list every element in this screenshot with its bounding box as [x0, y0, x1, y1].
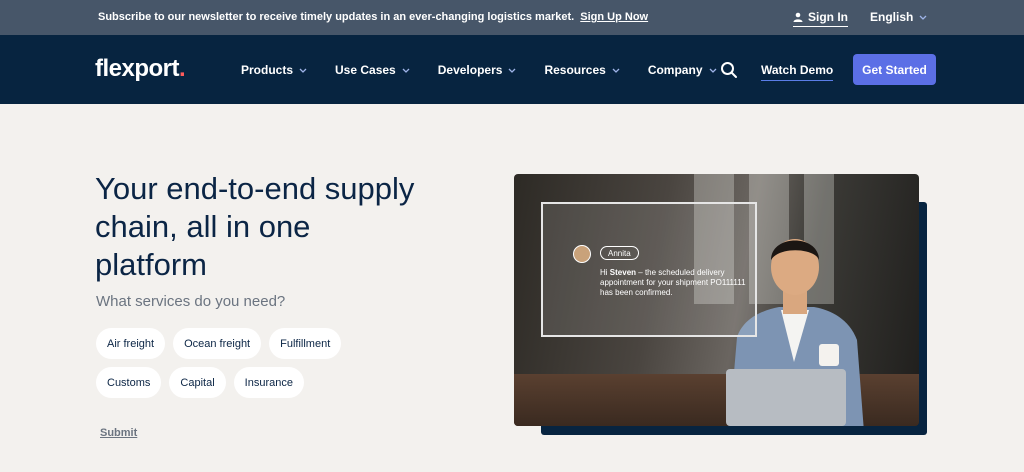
avatar	[573, 245, 591, 263]
language-selector[interactable]: English	[870, 10, 927, 24]
nav-item-label: Company	[647, 63, 703, 77]
hero-subtitle: What services do you need?	[96, 293, 286, 310]
language-label: English	[870, 10, 914, 24]
hero-title: Your end-to-end supply chain, all in one…	[95, 171, 415, 282]
chevron-down-icon	[299, 68, 307, 73]
nav-item-developers[interactable]: Developers	[438, 63, 517, 77]
announcement-bar: Subscribe to our newsletter to receive t…	[0, 0, 1024, 35]
nav-item-use-cases[interactable]: Use Cases	[335, 63, 410, 77]
chat-message: Hi Steven – the scheduled delivery appoi…	[600, 268, 750, 298]
laptop	[726, 369, 846, 426]
chat-sender-badge: Annita	[600, 246, 639, 260]
nav-item-label: Resources	[544, 63, 606, 77]
submit-button[interactable]: Submit	[100, 427, 137, 439]
nav-item-label: Developers	[437, 63, 503, 77]
chevron-down-icon	[508, 68, 516, 73]
search-icon[interactable]	[720, 61, 738, 79]
main-navigation: flexport. Products Use Cases Developers …	[0, 35, 1024, 104]
service-chip-insurance[interactable]: Insurance	[233, 367, 304, 398]
service-options: Air freight Ocean freight Fulfillment Cu…	[96, 328, 356, 398]
service-chip-capital[interactable]: Capital	[169, 367, 226, 398]
chevron-down-icon	[402, 68, 410, 73]
chevron-down-icon	[919, 15, 927, 20]
watch-demo-link[interactable]: Watch Demo	[761, 63, 834, 81]
newsletter-text: Subscribe to our newsletter to receive t…	[98, 11, 575, 23]
sign-in-label: Sign In	[808, 10, 848, 24]
nav-item-label: Products	[241, 63, 294, 77]
service-chip-ocean-freight[interactable]: Ocean freight	[173, 328, 262, 359]
chat-greeting: Hi	[600, 268, 608, 277]
nav-item-label: Use Cases	[335, 63, 396, 77]
chevron-down-icon	[709, 68, 716, 73]
sign-up-link[interactable]: Sign Up Now	[580, 11, 648, 23]
user-icon	[793, 12, 803, 22]
service-chip-air-freight[interactable]: Air freight	[96, 328, 166, 359]
nav-item-company[interactable]: Company	[648, 63, 717, 77]
chevron-down-icon	[612, 68, 620, 73]
sign-in-link[interactable]: Sign In	[793, 10, 848, 27]
get-started-button[interactable]: Get Started	[853, 54, 936, 85]
logo-text: flexport	[95, 55, 180, 82]
nav-item-resources[interactable]: Resources	[544, 63, 620, 77]
flexport-logo[interactable]: flexport.	[95, 55, 186, 83]
chat-recipient: Steven	[609, 268, 637, 277]
newsletter-message: Subscribe to our newsletter to receive t…	[98, 11, 648, 23]
service-chip-fulfillment[interactable]: Fulfillment	[269, 328, 342, 359]
service-chip-customs[interactable]: Customs	[96, 367, 162, 398]
nav-menu: Products Use Cases Developers Resources …	[241, 63, 745, 77]
nav-item-products[interactable]: Products	[241, 63, 307, 77]
logo-dot: .	[179, 55, 186, 82]
